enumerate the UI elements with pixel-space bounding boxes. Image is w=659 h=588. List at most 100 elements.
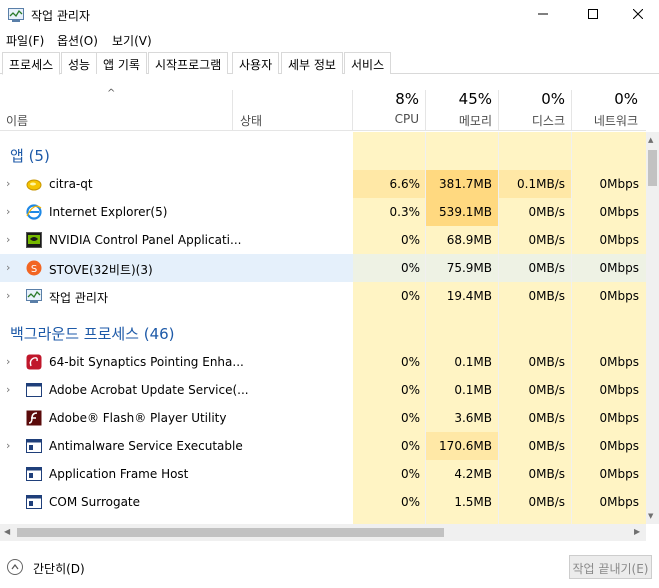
cpu-value: 0% [400, 355, 420, 369]
disk-value: 0MB/s [528, 289, 565, 303]
fewer-details-link[interactable]: 간단히(D) [33, 560, 85, 577]
task-manager-icon [26, 288, 42, 304]
process-name: Application Frame Host [49, 467, 189, 481]
column-status[interactable]: 상태 [240, 112, 262, 129]
minimize-button[interactable] [520, 0, 566, 30]
network-value: 0Mbps [599, 495, 639, 509]
disk-value: 0MB/s [528, 233, 565, 247]
cpu-value: 0% [400, 495, 420, 509]
service-window-icon [26, 466, 42, 482]
expand-chevron-icon[interactable]: › [6, 177, 16, 190]
process-name: Antimalware Service Executable [49, 439, 243, 453]
table-row[interactable]: Application Frame Host 0% 4.2MB 0MB/s 0M… [0, 460, 646, 488]
table-row[interactable]: Adobe® Flash® Player Utility 0% 3.6MB 0M… [0, 404, 646, 432]
column-memory[interactable]: 메모리 [426, 112, 492, 129]
maximize-icon [588, 8, 598, 22]
group-background: 백그라운드 프로세스 (46) [0, 318, 646, 346]
minimize-icon [538, 8, 548, 22]
tab-startup[interactable]: 시작프로그램 [148, 52, 229, 74]
memory-total: 45% [458, 90, 492, 108]
table-row[interactable]: › NVIDIA Control Panel Applicati... 0% 6… [0, 226, 646, 254]
column-disk[interactable]: 디스크 [499, 112, 565, 129]
process-name: Adobe® Flash® Player Utility [49, 411, 227, 425]
network-value: 0Mbps [599, 439, 639, 453]
network-total: 0% [614, 90, 638, 108]
disk-value: 0MB/s [528, 261, 565, 275]
table-row[interactable]: › S STOVE(32비트)(3) 0% 75.9MB 0MB/s 0Mbps [0, 254, 646, 282]
vertical-scroll-thumb[interactable] [648, 150, 657, 186]
process-name: NVIDIA Control Panel Applicati... [49, 233, 242, 247]
process-name: STOVE(32비트)(3) [49, 263, 153, 277]
cpu-value: 0% [400, 383, 420, 397]
menu-bar: 파일(F) 옵션(O) 보기(V) [0, 30, 659, 50]
table-row[interactable]: COM Surrogate 0% 1.5MB 0MB/s 0Mbps [0, 488, 646, 516]
memory-value: 381.7MB [439, 177, 492, 191]
task-manager-icon [8, 8, 24, 22]
memory-value: 3.6MB [454, 411, 492, 425]
cpu-total: 8% [395, 90, 419, 108]
disk-value: 0MB/s [528, 495, 565, 509]
process-name: COM Surrogate [49, 495, 141, 509]
service-window-icon [26, 438, 42, 454]
svg-text:S: S [31, 264, 37, 275]
tab-processes[interactable]: 프로세스 [2, 52, 61, 75]
tab-services[interactable]: 서비스 [344, 52, 392, 74]
horizontal-scroll-thumb[interactable] [17, 528, 444, 537]
scroll-left-arrow-icon[interactable]: ◀ [4, 527, 10, 536]
end-task-button[interactable]: 작업 끝내기(E) [569, 555, 652, 579]
flash-icon [26, 410, 42, 426]
expand-chevron-icon[interactable]: › [6, 233, 16, 246]
table-row[interactable]: › 64-bit Synaptics Pointing Enha... 0% 0… [0, 348, 646, 376]
memory-value: 19.4MB [446, 289, 492, 303]
disk-total: 0% [541, 90, 565, 108]
expand-chevron-icon[interactable]: › [6, 289, 16, 302]
disk-value: 0MB/s [528, 411, 565, 425]
column-name[interactable]: 이름 [6, 112, 28, 129]
chevron-up-circle-icon[interactable] [7, 559, 23, 575]
table-row[interactable]: › citra-qt 6.6% 381.7MB 0.1MB/s 0Mbps [0, 170, 646, 198]
process-name: 64-bit Synaptics Pointing Enha... [49, 355, 244, 369]
process-name: Adobe Acrobat Update Service(... [49, 383, 249, 397]
stove-icon: S [26, 260, 42, 276]
cpu-value: 0% [400, 411, 420, 425]
expand-chevron-icon[interactable]: › [6, 439, 16, 452]
horizontal-scrollbar[interactable]: ◀ ▶ [0, 524, 646, 541]
tab-app-history[interactable]: 앱 기록 [96, 52, 147, 74]
table-row[interactable]: › Antimalware Service Executable 0% 170.… [0, 432, 646, 460]
disk-value: 0.1MB/s [517, 177, 565, 191]
column-cpu[interactable]: CPU [353, 112, 419, 126]
expand-chevron-icon[interactable]: › [6, 205, 16, 218]
tab-strip: 프로세스 성능 앱 기록 시작프로그램 사용자 세부 정보 서비스 [0, 52, 659, 75]
network-value: 0Mbps [599, 355, 639, 369]
menu-file[interactable]: 파일(F) [6, 32, 44, 49]
scroll-up-arrow-icon[interactable]: ▲ [648, 136, 653, 144]
network-value: 0Mbps [599, 411, 639, 425]
sort-up-icon: ^ [107, 88, 116, 99]
tab-details[interactable]: 세부 정보 [281, 52, 343, 74]
expand-chevron-icon[interactable]: › [6, 261, 16, 274]
tab-users[interactable]: 사용자 [232, 52, 280, 74]
table-row[interactable]: › Internet Explorer(5) 0.3% 539.1MB 0MB/… [0, 198, 646, 226]
menu-options[interactable]: 옵션(O) [57, 32, 98, 49]
disk-value: 0MB/s [528, 355, 565, 369]
cpu-value: 0.3% [389, 205, 421, 219]
disk-value: 0MB/s [528, 439, 565, 453]
column-network[interactable]: 네트워크 [572, 112, 638, 129]
table-row[interactable]: › Adobe Acrobat Update Service(... 0% 0.… [0, 376, 646, 404]
maximize-button[interactable] [570, 0, 616, 30]
expand-chevron-icon[interactable]: › [6, 383, 16, 396]
footer-bar: 간단히(D) 작업 끝내기(E) [0, 546, 659, 588]
tab-performance[interactable]: 성능 [61, 52, 98, 74]
column-header-row: ^ 이름 상태 8% CPU 45% 메모리 0% 디스크 0% 네트워크 [0, 84, 646, 131]
scroll-down-arrow-icon[interactable]: ▼ [648, 512, 653, 520]
scroll-right-arrow-icon[interactable]: ▶ [634, 527, 640, 536]
table-row[interactable]: › 작업 관리자 0% 19.4MB 0MB/s 0Mbps [0, 282, 646, 310]
service-window-icon [26, 494, 42, 510]
memory-value: 1.5MB [454, 495, 492, 509]
close-button[interactable] [615, 0, 659, 30]
expand-chevron-icon[interactable]: › [6, 355, 16, 368]
vertical-scrollbar[interactable]: ▲ ▼ [646, 132, 659, 524]
memory-value: 0.1MB [454, 355, 492, 369]
cpu-value: 0% [400, 261, 420, 275]
menu-view[interactable]: 보기(V) [112, 32, 152, 49]
